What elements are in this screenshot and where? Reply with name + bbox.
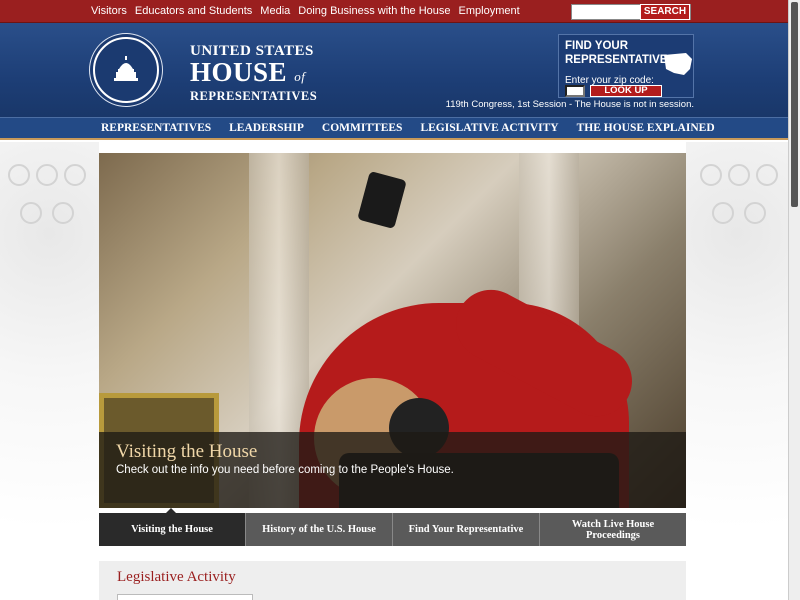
search-button[interactable]: SEARCH [640,4,690,20]
slider-tab-find-rep[interactable]: Find Your Representative [393,513,540,546]
session-status: 119th Congress, 1st Session - The House … [445,99,694,110]
legislative-activity-title: Legislative Activity [117,569,236,585]
rosette-icon [64,164,86,186]
decorative-side-right [686,142,788,600]
slider-tab-history[interactable]: History of the U.S. House [246,513,393,546]
utility-link-employment[interactable]: Employment [459,5,520,17]
rosette-icon [728,164,750,186]
hero-title[interactable]: Visiting the House [116,441,257,463]
phone-icon [357,170,407,230]
rosette-icon [756,164,778,186]
utility-bar: Visitors Educators and Students Media Do… [0,0,788,23]
find-representative-widget: FIND YOUR REPRESENTATIVE Enter your zip … [558,34,694,98]
page-scrollbar[interactable] [788,0,800,600]
utility-link-visitors[interactable]: Visitors [91,5,127,17]
lookup-button[interactable]: LOOK UP [590,85,662,97]
nav-representatives[interactable]: REPRESENTATIVES [101,122,211,134]
site-brand[interactable]: UNITED STATES HOUSE of REPRESENTATIVES [190,43,317,104]
rosette-icon [20,202,42,224]
utility-links: Visitors Educators and Students Media Do… [91,5,528,17]
site-header: UNITED STATES HOUSE of REPRESENTATIVES F… [0,23,788,117]
rosette-icon [712,202,734,224]
nav-house-explained[interactable]: THE HOUSE EXPLAINED [577,122,715,134]
capitol-dome-icon [114,56,138,81]
utility-link-educators[interactable]: Educators and Students [135,5,252,17]
legislative-subtab[interactable] [117,594,253,600]
rosette-icon [36,164,58,186]
utility-link-media[interactable]: Media [260,5,290,17]
rosette-icon [52,202,74,224]
rosette-icon [700,164,722,186]
slider-tab-watch-live[interactable]: Watch Live House Proceedings [540,513,686,546]
nav-committees[interactable]: COMMITTEES [322,122,403,134]
hero-subtitle: Check out the info you need before comin… [116,464,454,476]
nav-leadership[interactable]: LEADERSHIP [229,122,304,134]
nav-legislative-activity[interactable]: LEGISLATIVE ACTIVITY [420,122,558,134]
main-nav: REPRESENTATIVES LEADERSHIP COMMITTEES LE… [0,117,788,140]
rosette-icon [744,202,766,224]
utility-link-business[interactable]: Doing Business with the House [298,5,450,17]
brand-line-2: HOUSE of [190,57,306,87]
decorative-side-left [0,142,99,600]
slider-tab-visiting[interactable]: Visiting the House [99,513,246,546]
scrollbar-thumb[interactable] [791,2,798,207]
house-seal-logo[interactable] [93,37,159,103]
zip-code-input[interactable] [565,85,585,97]
us-map-icon [664,53,692,75]
find-rep-title: FIND YOUR REPRESENTATIVE [565,40,668,66]
hero-slide[interactable]: Visiting the House Check out the info yo… [99,153,686,508]
rosette-icon [8,164,30,186]
legislative-activity-section: Legislative Activity [99,561,686,600]
brand-line-3: REPRESENTATIVES [190,89,318,103]
slider-tabs: Visiting the House History of the U.S. H… [99,513,686,546]
